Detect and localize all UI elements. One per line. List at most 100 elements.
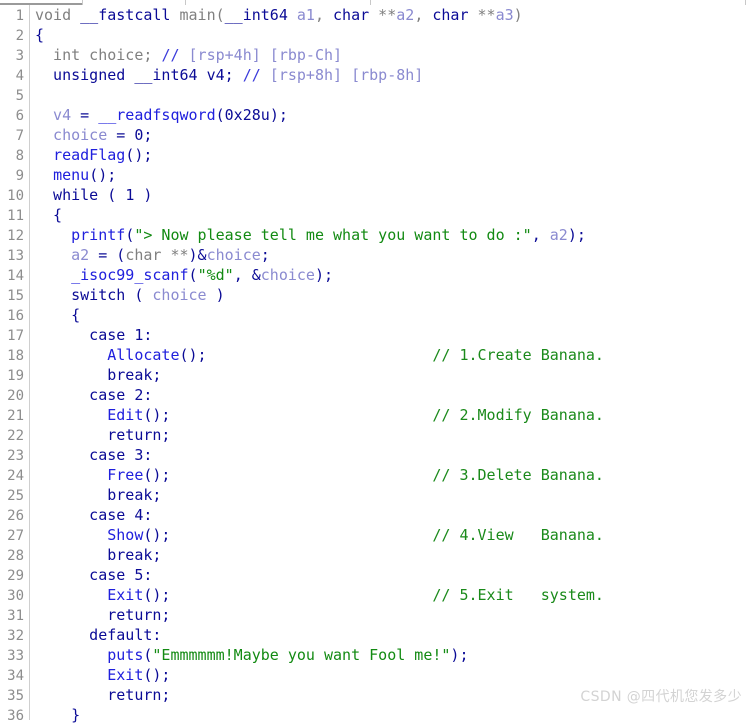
token-kw: ();: [89, 166, 117, 184]
token-typ: int choice;: [35, 46, 162, 64]
token-kw: ();: [143, 666, 171, 684]
code-line[interactable]: 5: [0, 85, 750, 105]
line-number: 19: [7, 368, 24, 384]
code-line[interactable]: 34 Exit();: [0, 665, 750, 685]
code-line[interactable]: 31 return;: [0, 605, 750, 625]
token-kw: case: [35, 446, 135, 464]
code-line[interactable]: 9 menu();: [0, 165, 750, 185]
code-line-text: {: [29, 25, 44, 45]
code-line[interactable]: 10 while ( 1 ): [0, 185, 750, 205]
token-kw: unsigned __int64: [35, 66, 198, 84]
token-kw: ();: [179, 346, 207, 364]
code-line-text: {: [29, 205, 62, 225]
token-kw: , &: [233, 266, 261, 284]
code-line[interactable]: 19 break;: [0, 365, 750, 385]
code-line-text: Exit();: [29, 665, 170, 685]
code-line[interactable]: 29 case 5:: [0, 565, 750, 585]
code-line-text: _isoc99_scanf("%d", &choice);: [29, 265, 333, 285]
code-line[interactable]: 21 Edit(); // 2.Modify Banana.: [0, 405, 750, 425]
code-line[interactable]: 25 break;: [0, 485, 750, 505]
code-line[interactable]: 26 case 4:: [0, 505, 750, 525]
code-line[interactable]: 2{: [0, 25, 750, 45]
line-number: 22: [7, 428, 24, 444]
line-number: 1: [15, 8, 24, 24]
code-line[interactable]: 23 case 3:: [0, 445, 750, 465]
code-line-text: v4 = __readfsqword(0x28u);: [29, 105, 288, 125]
token-cmt: // 4.View Banana.: [432, 526, 604, 544]
code-line[interactable]: 30 Exit(); // 5.Exit system.: [0, 585, 750, 605]
token-kw: (: [188, 266, 198, 284]
token-fn: puts: [107, 646, 144, 664]
code-line[interactable]: 1 void __fastcall main(__int64 a1, char *…: [0, 5, 750, 25]
code-line[interactable]: 13 a2 = (char **)&choice;: [0, 245, 750, 265]
code-line[interactable]: 28 break;: [0, 545, 750, 565]
code-line[interactable]: 17 case 1:: [0, 325, 750, 345]
code-line-text: return;: [29, 685, 170, 705]
code-line[interactable]: 22 return;: [0, 425, 750, 445]
code-line[interactable]: 18 Allocate(); // 1.Create Banana.: [0, 345, 750, 365]
code-line[interactable]: 7 choice = 0;: [0, 125, 750, 145]
code-line[interactable]: 11 {: [0, 205, 750, 225]
token-typ: [170, 466, 432, 484]
token-typ: [207, 346, 433, 364]
code-line[interactable]: 33 puts("Emmmmmm!Maybe you want Fool me!…: [0, 645, 750, 665]
line-number: 7: [15, 128, 24, 144]
token-var: choice: [35, 126, 108, 144]
token-typ: [170, 406, 432, 424]
code-line[interactable]: 32 default:: [0, 625, 750, 645]
token-kw: case: [35, 326, 135, 344]
token-typ: main(: [170, 6, 225, 24]
line-number: 12: [7, 228, 24, 244]
code-line-text: Free(); // 3.Delete Banana.: [29, 465, 604, 485]
code-line-text: case 5:: [29, 565, 152, 585]
code-line[interactable]: 4 unsigned __int64 v4; // [rsp+8h] [rbp-…: [0, 65, 750, 85]
line-number: 6: [15, 108, 24, 124]
code-line[interactable]: 16 {: [0, 305, 750, 325]
token-kw: :: [143, 326, 153, 344]
token-var: a2: [396, 6, 415, 24]
token-kw: __int64: [224, 6, 288, 24]
token-str: "%d": [197, 266, 234, 284]
token-fn: __readfsqword: [98, 106, 216, 124]
code-line[interactable]: 8 readFlag();: [0, 145, 750, 165]
code-line-text: menu();: [29, 165, 116, 185]
token-kw: break;: [35, 486, 162, 504]
code-line-text: readFlag();: [29, 145, 152, 165]
token-typ: [35, 406, 107, 424]
token-num: 1: [125, 186, 135, 204]
code-line-text: return;: [29, 425, 170, 445]
line-number: 30: [7, 588, 24, 604]
code-line[interactable]: 27 Show(); // 4.View Banana.: [0, 525, 750, 545]
code-line[interactable]: 36 }: [0, 705, 750, 725]
code-body[interactable]: 1 void __fastcall main(__int64 a1, char *…: [0, 5, 750, 725]
code-line[interactable]: 12 printf("> Now please tell me what you…: [0, 225, 750, 245]
token-kw: ();: [143, 526, 171, 544]
token-str: "> Now please tell me what you want to d…: [134, 226, 532, 244]
code-line[interactable]: 3 int choice; // [rsp+4h] [rbp-Ch]: [0, 45, 750, 65]
token-kw: ();: [143, 406, 171, 424]
line-number: 11: [7, 208, 24, 224]
token-str: "Emmmmmm!Maybe you want Fool me!": [152, 646, 451, 664]
line-number: 29: [7, 568, 24, 584]
token-kw: {: [35, 206, 63, 224]
line-number: 16: [7, 308, 24, 324]
token-fn: Edit: [107, 406, 144, 424]
token-kw: )&: [188, 246, 207, 264]
token-var: choice: [152, 286, 207, 304]
pseudocode-pane[interactable]: 1 void __fastcall main(__int64 a1, char *…: [0, 5, 750, 724]
token-fn: Free: [107, 466, 144, 484]
token-kw: :: [143, 446, 153, 464]
code-line-text: return;: [29, 605, 170, 625]
code-line-text: switch ( choice ): [29, 285, 225, 305]
code-line[interactable]: 24 Free(); // 3.Delete Banana.: [0, 465, 750, 485]
code-line[interactable]: 20 case 2:: [0, 385, 750, 405]
token-kw: default:: [35, 626, 162, 644]
code-line-text: case 1:: [29, 325, 152, 345]
code-line[interactable]: 14 _isoc99_scanf("%d", &choice);: [0, 265, 750, 285]
line-number: 3: [15, 48, 24, 64]
code-line[interactable]: 15 switch ( choice ): [0, 285, 750, 305]
code-line[interactable]: 6 v4 = __readfsqword(0x28u);: [0, 105, 750, 125]
line-number: 34: [7, 668, 24, 684]
token-kw: );: [450, 646, 469, 664]
code-line-text: puts("Emmmmmm!Maybe you want Fool me!");: [29, 645, 468, 665]
